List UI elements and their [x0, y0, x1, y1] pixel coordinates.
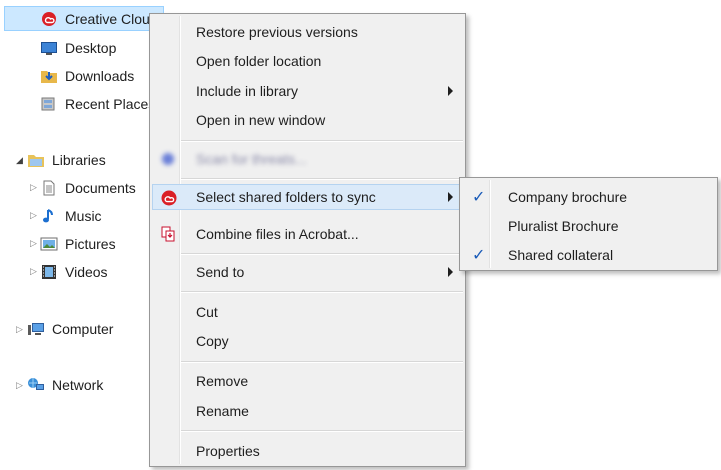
nav-item-label: Documents [65, 180, 136, 196]
menu-item-cut[interactable]: Cut [152, 299, 463, 325]
menu-item-label: Open in new window [196, 112, 326, 128]
recent-places-icon [40, 96, 58, 112]
nav-item-label: Desktop [65, 40, 117, 56]
menu-item-label: Rename [196, 403, 249, 419]
context-menu: Restore previous versions Open folder lo… [149, 13, 466, 467]
collapse-arrow-icon[interactable]: ◢ [16, 155, 23, 166]
checkmark-icon: ✓ [472, 189, 486, 206]
menu-item-send-to[interactable]: Send to [152, 259, 463, 285]
menu-separator [181, 291, 463, 293]
menu-item-label: Include in library [196, 83, 298, 99]
menu-item-label: Scan for threats... [196, 151, 307, 167]
creative-cloud-icon [161, 190, 177, 206]
menu-item-label: Remove [196, 373, 249, 389]
menu-item-label: Restore previous versions [196, 24, 358, 40]
nav-item-label: Network [52, 377, 104, 393]
nav-item-pictures[interactable]: Pictures [40, 233, 116, 255]
scan-icon [160, 151, 176, 167]
nav-item-label: Computer [52, 321, 114, 337]
expand-arrow-icon[interactable]: ▷ [30, 182, 37, 193]
nav-item-network[interactable]: Network [27, 374, 103, 396]
documents-icon [40, 180, 58, 196]
menu-item-label: Send to [196, 264, 245, 280]
menu-item-open-folder-location[interactable]: Open folder location [152, 48, 463, 74]
menu-item-restore-previous-versions[interactable]: Restore previous versions [152, 19, 463, 45]
sync-folders-submenu: ✓ Company brochure Pluralist Brochure ✓ … [459, 177, 718, 271]
videos-icon [40, 264, 58, 280]
network-icon [27, 377, 45, 393]
menu-item-label: Cut [196, 304, 218, 320]
creative-cloud-icon [40, 11, 58, 27]
menu-separator [181, 178, 463, 180]
menu-separator [181, 253, 463, 255]
menu-separator [181, 361, 463, 363]
nav-item-libraries[interactable]: Libraries [27, 149, 106, 171]
nav-item-label: Downloads [65, 68, 135, 84]
submenu-item-pluralist-brochure[interactable]: Pluralist Brochure [462, 212, 715, 239]
menu-item-scan-for-threats[interactable]: Scan for threats... [152, 146, 463, 172]
menu-separator [181, 140, 463, 142]
downloads-icon [40, 68, 58, 84]
menu-item-label: Combine files in Acrobat... [196, 226, 359, 242]
submenu-item-company-brochure[interactable]: ✓ Company brochure [462, 183, 715, 210]
menu-item-copy[interactable]: Copy [152, 328, 463, 354]
nav-item-desktop[interactable]: Desktop [40, 37, 116, 59]
nav-item-computer[interactable]: Computer [27, 318, 113, 340]
expand-arrow-icon[interactable]: ▷ [30, 238, 37, 249]
nav-item-label: Libraries [52, 152, 106, 168]
expand-arrow-icon[interactable]: ▷ [30, 266, 37, 277]
pictures-icon [40, 236, 58, 252]
computer-icon [27, 321, 45, 337]
submenu-item-shared-collateral[interactable]: ✓ Shared collateral [462, 241, 715, 268]
acrobat-combine-icon [160, 226, 176, 242]
menu-item-properties[interactable]: Properties [152, 438, 463, 464]
menu-item-remove[interactable]: Remove [152, 368, 463, 394]
menu-item-label: Properties [196, 443, 260, 459]
menu-item-label: Select shared folders to sync [196, 189, 376, 205]
nav-item-recent-places[interactable]: Recent Places [40, 93, 155, 115]
expand-arrow-icon[interactable]: ▷ [30, 210, 37, 221]
desktop-icon [40, 40, 58, 56]
menu-item-select-shared-folders-to-sync[interactable]: Select shared folders to sync [152, 184, 463, 210]
submenu-arrow-icon [448, 86, 453, 96]
nav-item-label: Videos [65, 264, 108, 280]
menu-separator [181, 430, 463, 432]
nav-item-documents[interactable]: Documents [40, 177, 136, 199]
submenu-item-label: Pluralist Brochure [508, 217, 619, 234]
nav-item-label: Pictures [65, 236, 116, 252]
checkmark-icon: ✓ [472, 247, 486, 264]
menu-item-label: Open folder location [196, 53, 322, 69]
nav-item-label: Music [65, 208, 102, 224]
submenu-arrow-icon [448, 192, 453, 202]
nav-item-label: Recent Places [65, 96, 156, 112]
nav-item-videos[interactable]: Videos [40, 261, 108, 283]
nav-item-downloads[interactable]: Downloads [40, 65, 134, 87]
menu-item-open-in-new-window[interactable]: Open in new window [152, 107, 463, 133]
expand-arrow-icon[interactable]: ▷ [16, 324, 23, 335]
expand-arrow-icon[interactable]: ▷ [16, 380, 23, 391]
libraries-icon [27, 152, 45, 168]
menu-item-combine-files-in-acrobat[interactable]: Combine files in Acrobat... [152, 221, 463, 247]
menu-item-label: Copy [196, 333, 229, 349]
menu-item-rename[interactable]: Rename [152, 398, 463, 424]
music-icon [40, 208, 58, 224]
submenu-item-label: Company brochure [508, 188, 628, 205]
submenu-item-label: Shared collateral [508, 246, 614, 263]
menu-item-include-in-library[interactable]: Include in library [152, 78, 463, 104]
nav-item-music[interactable]: Music [40, 205, 102, 227]
submenu-arrow-icon [448, 267, 453, 277]
